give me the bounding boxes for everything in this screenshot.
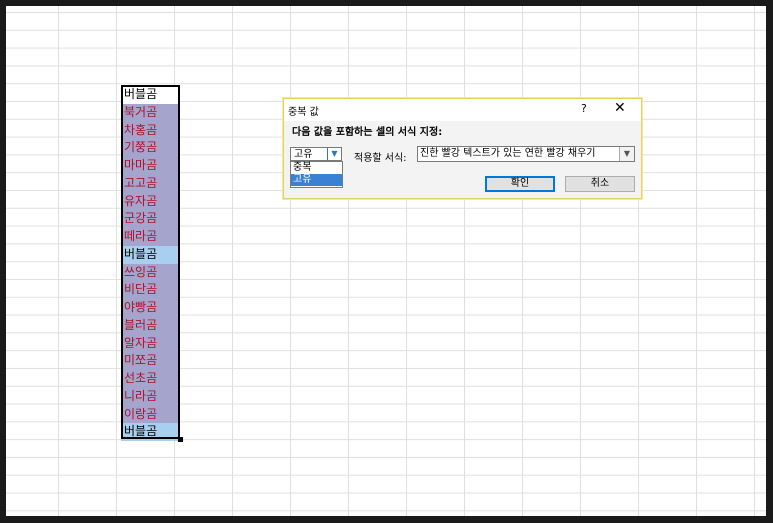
value-type-selected: 고유 (294, 149, 313, 160)
column-cell[interactable]: 버블곰 (121, 245, 180, 264)
format-select[interactable]: 진한 빨강 텍스트가 있는 연한 빨강 채우기 ▼ (417, 146, 635, 162)
column-cell[interactable]: 유자곰 (121, 192, 180, 211)
selected-column[interactable]: 버블곰 북거곰 차홍곰 기쭝곰 마마곰 고고곰 유자곰 군강곰 떼라곰 버블곰 쓰잉곰 비단곰 야빵곰 블… (121, 86, 180, 441)
column-cell[interactable]: 북거곰 (121, 103, 180, 122)
column-cell[interactable]: 블러곰 (121, 316, 180, 335)
column-cell[interactable]: 알자곰 (121, 334, 180, 353)
format-label: 적용할 서식: (354, 153, 407, 164)
column-cell[interactable]: 고고곰 (121, 174, 180, 193)
format-selected: 진한 빨강 텍스트가 있는 연한 빨강 채우기 (420, 148, 596, 159)
column-cell[interactable]: 버블곰 (121, 423, 180, 441)
column-cell[interactable]: 야빵곰 (121, 299, 180, 317)
chevron-down-icon[interactable]: ▼ (619, 147, 634, 161)
column-cell[interactable]: 버블곰 (121, 86, 180, 104)
column-cell[interactable]: 떼라곰 (121, 228, 180, 246)
column-cell[interactable]: 니라곰 (121, 387, 180, 406)
value-type-dropdown-list: 중복 고유 (290, 161, 343, 188)
cancel-button[interactable]: 취소 (565, 176, 635, 192)
ok-button[interactable]: 확인 (485, 176, 555, 192)
fill-handle[interactable] (178, 437, 183, 442)
column-cell[interactable]: 이랑곰 (121, 405, 180, 424)
dialog-title: 중복 값 (288, 107, 319, 118)
help-icon[interactable]: ? (581, 102, 587, 115)
chevron-down-icon[interactable]: ▼ (327, 148, 341, 160)
duplicate-values-dialog: 중복 값 ? ✕ 다음 값을 포함하는 셀의 서식 지정: 고유 ▼ 중복 고유… (283, 98, 642, 199)
close-icon[interactable]: ✕ (614, 100, 626, 116)
dialog-prompt: 다음 값을 포함하는 셀의 서식 지정: (292, 127, 443, 138)
column-cell[interactable]: 미쪼곰 (121, 352, 180, 370)
column-cell[interactable]: 비단곰 (121, 281, 180, 299)
dialog-titlebar[interactable]: 중복 값 ? ✕ (284, 99, 641, 121)
option-duplicate[interactable]: 중복 (291, 162, 342, 174)
spreadsheet-grid[interactable]: 버블곰 북거곰 차홍곰 기쭝곰 마마곰 고고곰 유자곰 군강곰 떼라곰 버블곰 쓰잉곰 비단곰 야빵곰 블… (6, 6, 766, 516)
column-cell[interactable]: 마마곰 (121, 157, 180, 175)
column-cell[interactable]: 차홍곰 (121, 121, 180, 140)
value-type-select[interactable]: 고유 ▼ (290, 147, 342, 161)
column-cell[interactable]: 기쭝곰 (121, 139, 180, 157)
column-cell[interactable]: 선초곰 (121, 370, 180, 388)
option-unique[interactable]: 고유 (291, 174, 342, 186)
column-cell[interactable]: 쓰잉곰 (121, 263, 180, 282)
column-cell[interactable]: 군강곰 (121, 210, 180, 228)
